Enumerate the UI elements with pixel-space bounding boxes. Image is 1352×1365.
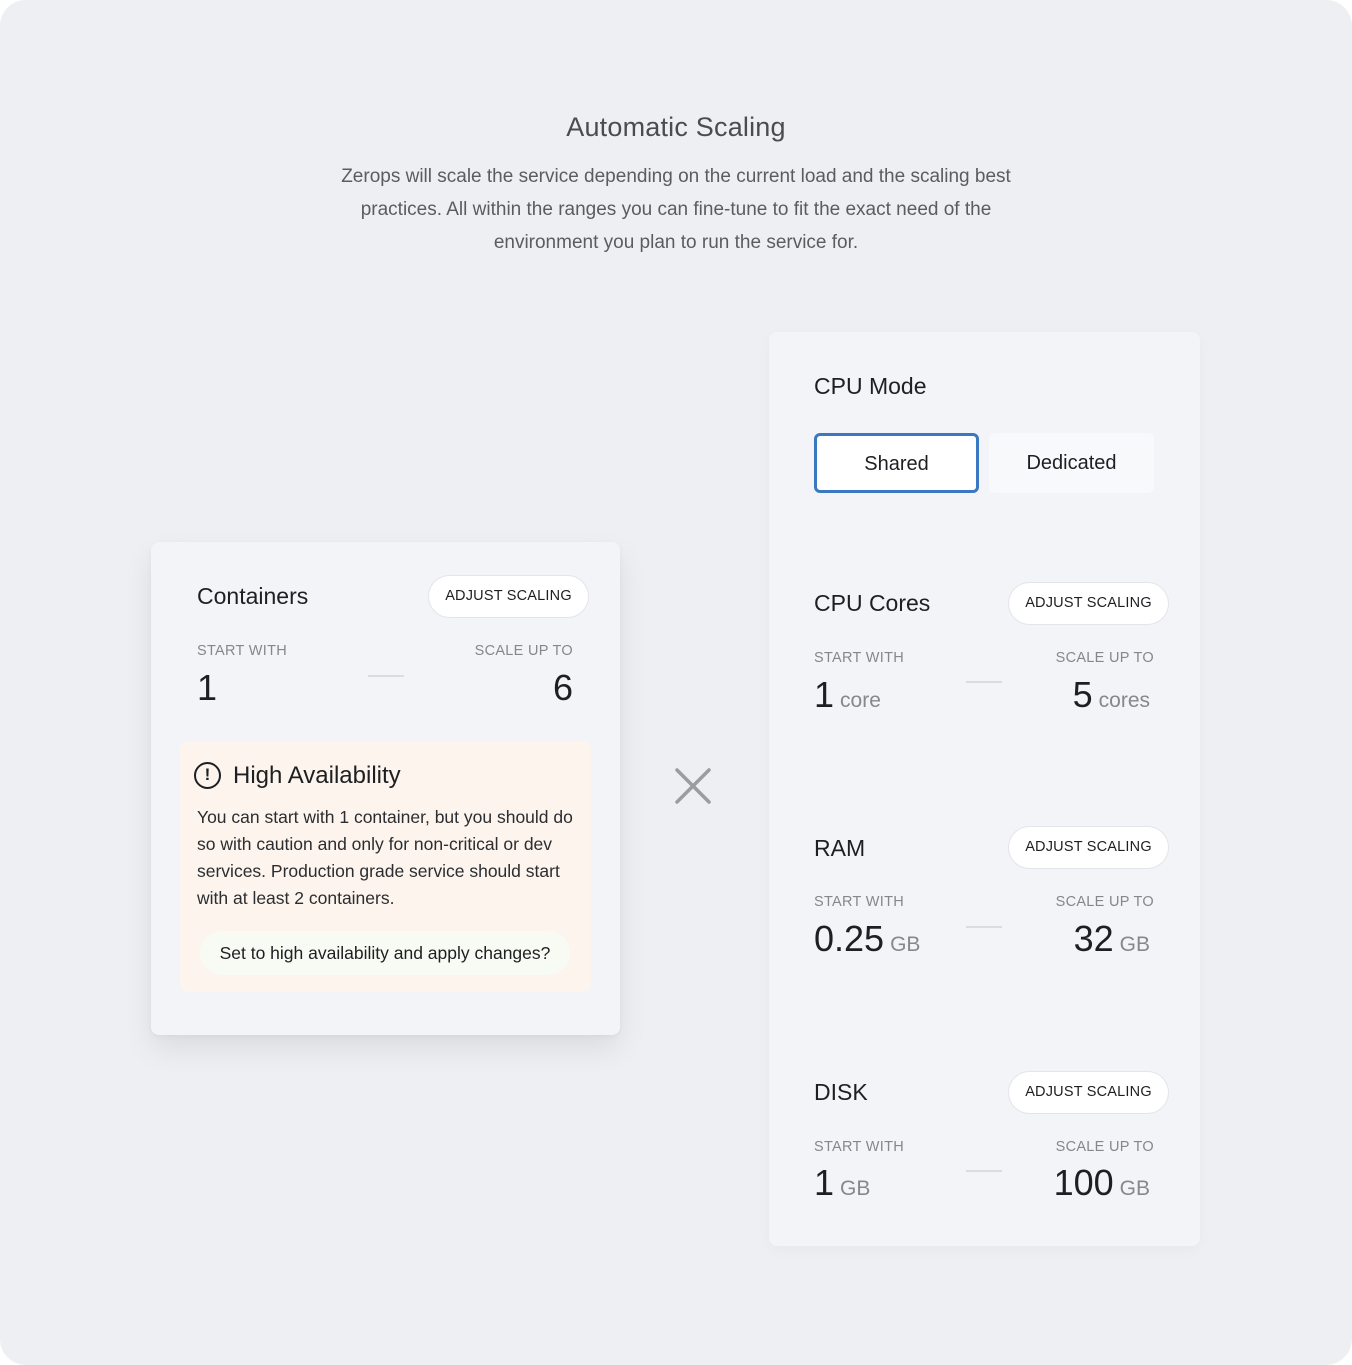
containers-start-value: 1 [197, 667, 218, 708]
disk-scale-number: 100 [1053, 1162, 1114, 1203]
cpu-cores-start-unit: core [840, 689, 881, 712]
containers-start-label: START WITH [197, 643, 287, 659]
cpu-cores-start-label: START WITH [814, 650, 904, 666]
ram-title: RAM [814, 835, 866, 861]
disk-scale-value: 100 GB [1054, 1162, 1150, 1204]
multiply-icon [675, 768, 711, 804]
ram-start-value: 0.25 GB [814, 918, 920, 960]
page-background: Automatic Scaling Zerops will scale the … [0, 0, 1352, 1365]
disk-scale-label: SCALE UP TO [1055, 1139, 1154, 1155]
ram-start-label: START WITH [814, 894, 904, 910]
page-description: Zerops will scale the service depending … [341, 166, 1011, 253]
cpu-cores-scale-number: 5 [1072, 674, 1093, 715]
disk-start-unit: GB [840, 1177, 871, 1200]
ram-scale-number: 32 [1073, 918, 1114, 959]
set-high-availability-button[interactable]: Set to high availability and apply chang… [200, 931, 570, 975]
high-availability-text: You can start with 1 container, but you … [197, 807, 573, 908]
cpu-cores-adjust-scaling-button[interactable]: ADJUST SCALING [1008, 582, 1169, 625]
high-availability-title: High Availability [233, 762, 401, 789]
ram-scale-value: 32 GB [1074, 918, 1150, 960]
range-separator [966, 926, 1002, 928]
range-separator [966, 1170, 1002, 1172]
range-separator [368, 675, 404, 677]
containers-title: Containers [197, 583, 309, 609]
disk-start-label: START WITH [814, 1139, 904, 1155]
page-title: Automatic Scaling [566, 112, 786, 142]
cpu-cores-scale-value: 5 cores [1073, 674, 1150, 716]
exclamation-circle-icon: ! [194, 762, 221, 789]
containers-scale-label: SCALE UP TO [474, 643, 573, 659]
containers-adjust-scaling-button[interactable]: ADJUST SCALING [428, 575, 589, 618]
cpu-cores-start-value: 1 core [814, 674, 881, 716]
disk-title: DISK [814, 1079, 868, 1105]
cpu-cores-start-number: 1 [814, 674, 835, 715]
cpu-mode-title: CPU Mode [814, 373, 927, 399]
cpu-cores-scale-unit: cores [1098, 689, 1150, 712]
cpu-mode-dedicated-option[interactable]: Dedicated [989, 433, 1154, 493]
disk-scale-unit: GB [1119, 1177, 1150, 1200]
ram-adjust-scaling-button[interactable]: ADJUST SCALING [1008, 826, 1169, 869]
ram-start-unit: GB [890, 933, 921, 956]
ram-scale-label: SCALE UP TO [1055, 894, 1154, 910]
range-separator [966, 681, 1002, 683]
cpu-mode-shared-option[interactable]: Shared [814, 433, 979, 493]
containers-scale-value: 6 [552, 667, 573, 708]
ram-start-number: 0.25 [814, 918, 885, 959]
disk-start-number: 1 [814, 1162, 835, 1203]
ram-scale-unit: GB [1119, 933, 1150, 956]
disk-adjust-scaling-button[interactable]: ADJUST SCALING [1008, 1071, 1169, 1114]
disk-start-value: 1 GB [814, 1162, 870, 1204]
cpu-cores-scale-label: SCALE UP TO [1055, 650, 1154, 666]
cpu-cores-title: CPU Cores [814, 590, 931, 616]
